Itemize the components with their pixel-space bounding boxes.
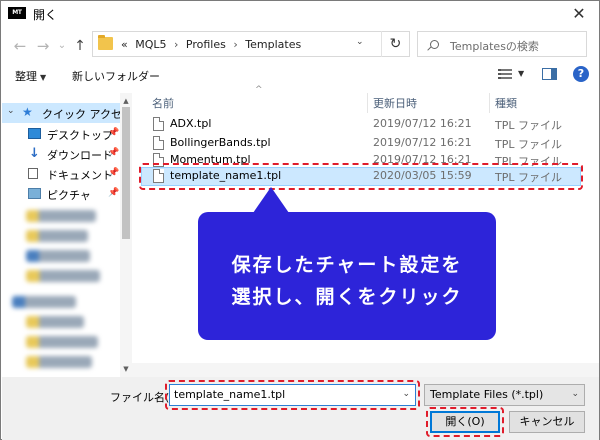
sidebar-item-documents[interactable]: ドキュメント 📌: [2, 164, 120, 184]
file-list-horizontal-scrollbar[interactable]: [132, 363, 599, 377]
close-button[interactable]: ✕: [559, 1, 599, 27]
app-logo-icon: MT: [8, 7, 26, 19]
pin-icon: 📌: [108, 188, 120, 198]
open-button-highlight: [426, 407, 504, 437]
file-row[interactable]: ADX.tpl 2019/07/12 16:21 TPL ファイル: [141, 115, 581, 134]
help-icon[interactable]: ?: [573, 66, 589, 82]
blurred-folder-item: [26, 230, 88, 242]
filter-chevron-icon: ⌄: [571, 389, 579, 399]
cancel-button[interactable]: キャンセル: [509, 411, 585, 433]
navigation-pane: ⌄ ★ クイック アクセス デスクトップ 📌 ↓ ダウンロード 📌 ドキュメント…: [2, 93, 132, 377]
sidebar-item-label: クイック アクセス: [42, 108, 132, 121]
download-icon: ↓: [29, 146, 40, 161]
sidebar-item-quick-access[interactable]: ⌄ ★ クイック アクセス: [2, 103, 131, 123]
sidebar-item-downloads[interactable]: ↓ ダウンロード 📌: [2, 144, 120, 164]
pin-icon: 📌: [108, 148, 120, 158]
organize-label: 整理: [15, 70, 37, 83]
file-name: BollingerBands.tpl: [170, 136, 271, 149]
open-file-dialog: MT 開く ✕ ← → ⌄ ↑ « MQL5 › Profiles › Temp…: [0, 0, 600, 440]
selected-file-highlight: [139, 163, 583, 190]
search-placeholder: Templatesの検索: [450, 40, 539, 53]
breadcrumb-item-templates[interactable]: Templates: [245, 38, 301, 51]
back-arrow-icon[interactable]: ←: [11, 37, 29, 55]
callout-pointer: [253, 187, 289, 213]
sidebar-item-desktop[interactable]: デスクトップ 📌: [2, 124, 120, 144]
pictures-icon: [28, 188, 41, 199]
file-name: ADX.tpl: [170, 117, 212, 130]
organize-button[interactable]: 整理 ▼: [15, 68, 46, 84]
breadcrumb-separator: ›: [233, 38, 238, 51]
breadcrumb: « MQL5 › Profiles › Templates: [121, 38, 301, 51]
blurred-folder-item: [26, 270, 100, 282]
column-divider[interactable]: [489, 93, 490, 113]
blurred-folder-item: [26, 336, 98, 348]
address-dropdown-chevron-icon[interactable]: ⌄: [356, 37, 364, 47]
column-header-type[interactable]: 種類: [495, 95, 517, 111]
scroll-up-arrow-icon[interactable]: ▲: [121, 97, 131, 105]
organize-caret-icon: ▼: [40, 73, 47, 82]
desktop-icon: [28, 128, 41, 139]
view-options-caret-icon[interactable]: ▼: [518, 69, 524, 78]
file-type: TPL ファイル: [495, 138, 562, 151]
expand-chevron-icon[interactable]: ⌄: [7, 106, 15, 116]
breadcrumb-item-mql5[interactable]: MQL5: [135, 38, 166, 51]
sidebar-item-label: ドキュメント: [47, 169, 113, 182]
view-options-icon[interactable]: [498, 69, 512, 80]
pin-icon: 📌: [108, 168, 120, 178]
callout-line-2: 選択し、開くをクリック: [231, 286, 463, 308]
file-icon: [153, 117, 164, 131]
search-input[interactable]: Templatesの検索: [417, 31, 587, 57]
sidebar-item-pictures[interactable]: ピクチャ 📌: [2, 184, 120, 204]
blurred-folder-item: [26, 250, 90, 262]
scroll-down-arrow-icon[interactable]: ▼: [121, 365, 131, 373]
blurred-folder-item: [26, 210, 96, 222]
breadcrumb-overflow[interactable]: «: [121, 38, 128, 51]
recent-locations-chevron-icon[interactable]: ⌄: [53, 37, 71, 55]
file-icon: [153, 136, 164, 150]
column-divider[interactable]: [367, 93, 368, 113]
pin-icon: 📌: [108, 128, 120, 138]
new-folder-button[interactable]: 新しいフォルダー: [72, 68, 160, 84]
sidebar-item-label: ダウンロード: [47, 149, 113, 162]
file-date: 2019/07/12 16:21: [373, 117, 472, 130]
filename-highlight: [165, 380, 420, 410]
refresh-icon[interactable]: ↻: [381, 31, 409, 57]
column-header-date[interactable]: 更新日時: [373, 95, 417, 111]
breadcrumb-separator: ›: [174, 38, 179, 51]
preview-pane-icon[interactable]: [542, 68, 557, 80]
blurred-folder-item: [12, 296, 76, 308]
forward-arrow-icon[interactable]: →: [34, 37, 52, 55]
up-folder-arrow-icon[interactable]: ↑: [71, 37, 89, 55]
star-icon: ★: [22, 105, 33, 119]
sort-ascending-icon: ^: [255, 85, 263, 95]
sidebar-item-label: ピクチャ: [47, 189, 91, 202]
file-date: 2019/07/12 16:21: [373, 136, 472, 149]
breadcrumb-item-profiles[interactable]: Profiles: [186, 38, 226, 51]
instruction-callout: 保存したチャート設定を 選択し、開くをクリック: [198, 212, 496, 340]
file-type-filter-select[interactable]: Template Files (*.tpl) ⌄: [424, 384, 585, 406]
file-type-filter-value: Template Files (*.tpl): [430, 388, 544, 401]
column-header-name[interactable]: 名前: [152, 95, 174, 111]
sidebar-item-label: デスクトップ: [47, 129, 113, 142]
file-type: TPL ファイル: [495, 119, 562, 132]
title-bar: MT 開く ✕: [1, 1, 599, 27]
dialog-title: 開く: [33, 8, 58, 22]
folder-icon: [98, 35, 113, 50]
callout-line-1: 保存したチャート設定を: [231, 254, 463, 276]
blurred-folder-item: [26, 356, 92, 368]
search-icon: [430, 40, 439, 49]
documents-icon: [28, 168, 38, 179]
sidebar-scroll-thumb[interactable]: [122, 107, 130, 239]
blurred-folder-item: [26, 316, 84, 328]
